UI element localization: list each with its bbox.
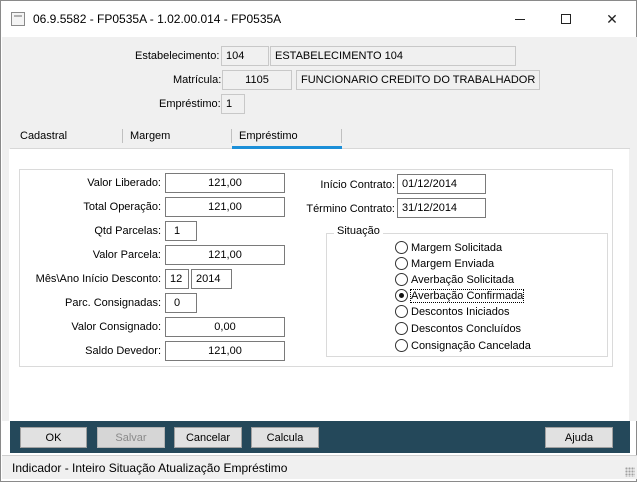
radio-margem-solicitada[interactable]: Margem Solicitada <box>395 240 502 255</box>
matricula-code-field: 1105 <box>222 70 292 90</box>
matricula-name-field: FUNCIONARIO CREDITO DO TRABALHADOR <box>296 70 540 90</box>
valor-liberado-label: Valor Liberado: <box>87 177 161 189</box>
mes-ano-label: Mês\Ano Início Desconto: <box>35 273 161 285</box>
valor-parcela-field[interactable]: 121,00 <box>165 245 285 265</box>
radio-averbacao-solicitada[interactable]: Averbação Solicitada <box>395 272 514 287</box>
tab-margem[interactable]: Margem <box>130 130 170 142</box>
minimize-icon <box>515 18 525 20</box>
title-bar[interactable]: 06.9.5582 - FP0535A - 1.02.00.014 - FP05… <box>1 1 636 37</box>
qtd-parcelas-field[interactable]: 1 <box>165 221 197 241</box>
emprestimo-label: Empréstimo: <box>159 98 221 110</box>
window-title: 06.9.5582 - FP0535A - 1.02.00.014 - FP05… <box>33 12 282 26</box>
saldo-devedor-field[interactable]: 121,00 <box>165 341 285 361</box>
matricula-label: Matrícula: <box>173 74 222 86</box>
estabelecimento-label: Estabelecimento: <box>135 50 220 62</box>
tab-emprestimo[interactable]: Empréstimo <box>239 130 298 142</box>
total-operacao-label: Total Operação: <box>83 201 161 213</box>
radio-label: Consignação Cancelada <box>411 339 531 352</box>
radio-label: Averbação Solicitada <box>411 273 515 286</box>
parc-consignadas-field[interactable]: 0 <box>165 293 197 313</box>
status-text: Indicador - Inteiro Situação Atualização… <box>12 461 288 475</box>
ajuda-button[interactable]: Ajuda <box>545 427 613 448</box>
close-button[interactable]: ✕ <box>589 1 635 37</box>
tab-separator <box>122 129 123 143</box>
app-window: 06.9.5582 - FP0535A - 1.02.00.014 - FP05… <box>0 0 637 482</box>
radio-label: Descontos Concluídos <box>411 322 522 335</box>
minimize-button[interactable] <box>497 1 543 37</box>
inicio-contrato-field[interactable]: 01/12/2014 <box>397 174 486 194</box>
valor-parcela-label: Valor Parcela: <box>92 249 161 261</box>
radio-consignacao-cancelada[interactable]: Consignação Cancelada <box>395 338 531 353</box>
radio-circle-icon <box>395 339 408 352</box>
radio-circle-icon <box>395 241 408 254</box>
radio-circle-icon <box>395 257 408 270</box>
radio-label: Descontos Iniciados <box>411 305 510 318</box>
tab-strip: Cadastral Margem Empréstimo <box>10 125 630 149</box>
estabelecimento-code-field: 104 <box>221 46 269 66</box>
ano-field[interactable]: 2014 <box>191 269 232 289</box>
radio-descontos-concluidos[interactable]: Descontos Concluídos <box>395 321 521 336</box>
qtd-parcelas-label: Qtd Parcelas: <box>94 225 161 237</box>
situacao-legend: Situação <box>334 225 383 237</box>
inicio-contrato-label: Início Contrato: <box>320 179 395 191</box>
radio-label: Margem Solicitada <box>411 241 503 254</box>
radio-circle-icon <box>395 273 408 286</box>
close-icon: ✕ <box>606 10 618 27</box>
radio-descontos-iniciados[interactable]: Descontos Iniciados <box>395 304 509 319</box>
emprestimo-field: 1 <box>221 94 245 114</box>
estabelecimento-name-field: ESTABELECIMENTO 104 <box>270 46 516 66</box>
radio-averbacao-confirmada[interactable]: Averbação Confirmada <box>395 288 525 303</box>
tab-separator <box>231 129 232 143</box>
ok-button[interactable]: OK <box>20 427 87 448</box>
status-bar: Indicador - Inteiro Situação Atualização… <box>2 455 637 479</box>
app-icon <box>11 12 25 26</box>
salvar-button[interactable]: Salvar <box>97 427 165 448</box>
radio-label: Margem Enviada <box>411 257 495 270</box>
radio-circle-icon <box>395 305 408 318</box>
radio-margem-enviada[interactable]: Margem Enviada <box>395 256 494 271</box>
tab-separator <box>341 129 342 143</box>
radio-circle-icon <box>395 322 408 335</box>
calcula-button[interactable]: Calcula <box>251 427 319 448</box>
maximize-button[interactable] <box>543 1 589 37</box>
valor-consignado-field[interactable]: 0,00 <box>165 317 285 337</box>
termino-contrato-field[interactable]: 31/12/2014 <box>397 198 486 218</box>
mes-field[interactable]: 12 <box>165 269 189 289</box>
termino-contrato-label: Término Contrato: <box>306 203 395 215</box>
radio-label: Averbação Confirmada <box>409 288 525 303</box>
valor-consignado-label: Valor Consignado: <box>71 321 161 333</box>
resize-grip-icon[interactable] <box>625 467 635 477</box>
parc-consignadas-label: Parc. Consignadas: <box>65 297 161 309</box>
valor-liberado-field[interactable]: 121,00 <box>165 173 285 193</box>
total-operacao-field[interactable]: 121,00 <box>165 197 285 217</box>
button-bar: OK Salvar Cancelar Calcula Ajuda <box>10 421 630 453</box>
saldo-devedor-label: Saldo Devedor: <box>85 345 161 357</box>
cancelar-button[interactable]: Cancelar <box>174 427 242 448</box>
maximize-icon <box>561 14 571 24</box>
tab-cadastral[interactable]: Cadastral <box>20 130 67 142</box>
radio-selected-icon <box>395 289 408 302</box>
